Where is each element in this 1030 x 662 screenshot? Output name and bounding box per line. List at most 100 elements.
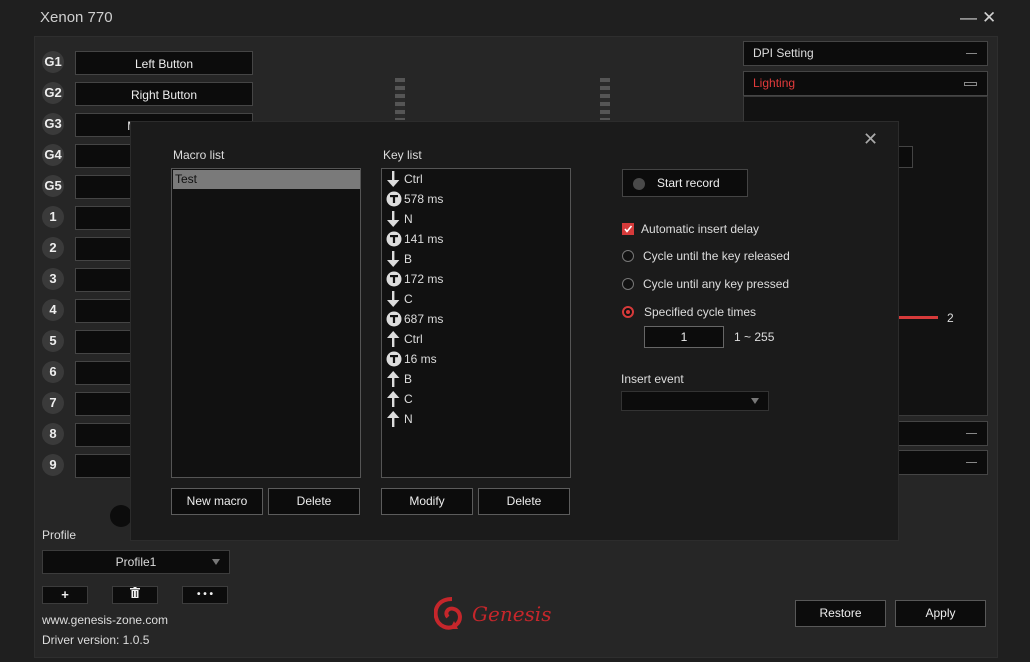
key-event-row[interactable]: C (386, 389, 566, 409)
macro-item[interactable]: Test (173, 170, 360, 189)
app-title: Xenon 770 (40, 9, 113, 26)
key-assign-button-g1[interactable]: Left Button (75, 51, 253, 75)
key-event-row[interactable]: N (386, 209, 566, 229)
cycle-any-key-label: Cycle until any key pressed (643, 277, 790, 291)
key-event-text: Ctrl (404, 332, 423, 346)
macro-dialog: ✕ Macro list Test Key list Ctrl 578 ms N 14… (131, 122, 898, 540)
key-badge-g5: G5 (42, 175, 64, 197)
macro-list-label: Macro list (173, 148, 225, 162)
key-event-text: 141 ms (404, 232, 444, 246)
collapse-icon (966, 433, 977, 434)
key-event-row[interactable]: 141 ms (386, 229, 566, 249)
key-badge-6: 6 (42, 361, 64, 383)
auto-insert-delay-label: Automatic insert delay (641, 222, 760, 236)
delete-key-button[interactable]: Delete (478, 488, 570, 515)
key-badge-g2: G2 (42, 82, 64, 104)
key-badge-g4: G4 (42, 144, 64, 166)
dpi-setting-panel[interactable]: DPI Setting (743, 41, 988, 66)
key-event-row[interactable]: 687 ms (386, 309, 566, 329)
key-event-text: C (404, 392, 413, 406)
key-list-label: Key list (383, 148, 422, 162)
cycle-released-label: Cycle until the key released (643, 249, 790, 263)
arrow-down-icon (386, 291, 400, 307)
arrow-down-icon (386, 211, 400, 227)
chevron-down-icon (212, 559, 220, 565)
dpi-setting-label: DPI Setting (753, 46, 814, 60)
driver-version: Driver version: 1.0.5 (42, 633, 150, 647)
toggle-switch[interactable] (110, 505, 132, 527)
chevron-down-icon (751, 398, 759, 404)
delete-macro-button[interactable]: Delete (268, 488, 360, 515)
profile-select[interactable]: Profile1 (42, 550, 230, 574)
key-badge-9: 9 (42, 454, 64, 476)
cycle-count-input[interactable]: 1 (644, 326, 724, 348)
key-badge-5: 5 (42, 330, 64, 352)
lighting-label: Lighting (753, 76, 796, 90)
checkbox-checked-icon[interactable] (622, 223, 634, 235)
close-dialog-icon[interactable]: ✕ (863, 129, 878, 150)
key-event-row[interactable]: Ctrl (386, 329, 566, 349)
specified-cycles-label: Specified cycle times (644, 305, 757, 319)
arrow-up-icon (386, 331, 400, 347)
timer-icon (386, 231, 402, 247)
restore-button[interactable]: Restore (795, 600, 886, 627)
lighting-slider-value: 2 (947, 311, 954, 325)
close-window-button[interactable]: ✕ (982, 8, 996, 28)
key-event-text: 687 ms (404, 312, 444, 326)
trash-icon (130, 587, 140, 601)
key-event-row[interactable]: B (386, 369, 566, 389)
insert-event-select[interactable] (621, 391, 769, 411)
key-event-row[interactable]: Ctrl (386, 169, 566, 189)
key-badge-1: 1 (42, 206, 64, 228)
key-event-row[interactable]: N (386, 409, 566, 429)
key-event-text: 16 ms (404, 352, 437, 366)
genesis-logo: Genesis (433, 595, 574, 638)
record-dot-icon (633, 178, 645, 190)
minimize-button[interactable]: — (960, 8, 977, 28)
key-event-text: 172 ms (404, 272, 444, 286)
start-record-label: Start record (657, 176, 720, 190)
key-assign-button-g2[interactable]: Right Button (75, 82, 253, 106)
radio-icon[interactable] (622, 278, 634, 290)
mouse-graphic-right (600, 78, 610, 120)
collapse-icon (966, 53, 977, 54)
lighting-slider-track[interactable] (898, 316, 938, 319)
collapse-icon (964, 82, 977, 86)
key-badge-3: 3 (42, 268, 64, 290)
key-event-row[interactable]: B (386, 249, 566, 269)
website-link[interactable]: www.genesis-zone.com (42, 613, 168, 627)
apply-button[interactable]: Apply (895, 600, 986, 627)
key-event-row[interactable]: 16 ms (386, 349, 566, 369)
new-macro-button[interactable]: New macro (171, 488, 263, 515)
radio-icon[interactable] (622, 250, 634, 262)
radio-selected-icon[interactable] (622, 306, 634, 318)
key-event-row[interactable]: 578 ms (386, 189, 566, 209)
start-record-button[interactable]: Start record (622, 169, 748, 197)
key-event-text: N (404, 212, 413, 226)
key-badge-2: 2 (42, 237, 64, 259)
arrow-down-icon (386, 171, 400, 187)
key-event-text: N (404, 412, 413, 426)
profile-selected-value: Profile1 (115, 555, 157, 569)
key-badge-g1: G1 (42, 51, 64, 73)
key-event-text: B (404, 252, 413, 266)
arrow-up-icon (386, 411, 400, 427)
key-event-text: 578 ms (404, 192, 444, 206)
key-event-text: B (404, 372, 413, 386)
modify-key-button[interactable]: Modify (381, 488, 473, 515)
arrow-down-icon (386, 251, 400, 267)
title-bar: Xenon 770 — ✕ (0, 0, 1030, 36)
lighting-panel[interactable]: Lighting (743, 71, 988, 96)
delete-profile-button[interactable] (112, 586, 158, 604)
add-profile-button[interactable]: + (42, 586, 88, 604)
key-list[interactable]: Ctrl 578 ms N 141 ms B 172 ms C 687 ms Ctrl 16 ms… (381, 168, 571, 478)
insert-event-label: Insert event (621, 372, 684, 386)
timer-icon (386, 311, 402, 327)
key-event-row[interactable]: C (386, 289, 566, 309)
collapse-icon (966, 462, 977, 463)
more-options-button[interactable]: • • • (182, 586, 228, 604)
timer-icon (386, 271, 402, 287)
profile-label: Profile (42, 528, 77, 542)
key-event-row[interactable]: 172 ms (386, 269, 566, 289)
macro-list[interactable]: Test (171, 168, 361, 478)
